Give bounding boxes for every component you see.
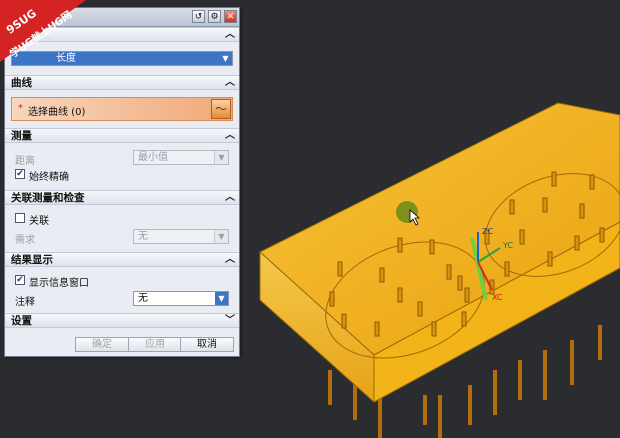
section-curve-title: 曲线	[11, 77, 32, 89]
section-settings-title: 设置	[11, 315, 32, 327]
section-measure-header[interactable]: 测量 ︿	[5, 128, 239, 143]
section-assoc-title: 关联测量和检查	[11, 192, 85, 204]
distance-label: 距离	[15, 156, 35, 167]
select-curve-label: 选择曲线 (0)	[28, 107, 86, 118]
type-select-value: 长度	[56, 53, 76, 64]
collapse-icon[interactable]: ︿	[224, 254, 236, 266]
settings-icon[interactable]: ⚙	[208, 10, 221, 23]
requirement-select[interactable]: 无 ▼	[133, 229, 229, 244]
section-assoc-header[interactable]: 关联测量和检查 ︿	[5, 190, 239, 205]
curve-icon[interactable]: 〜	[211, 99, 231, 119]
dialog-titlebar[interactable]: ↺ ⚙ ✕	[5, 8, 239, 27]
close-icon[interactable]: ✕	[224, 10, 237, 23]
associative-checkbox[interactable]	[15, 213, 25, 223]
collapse-icon[interactable]: ︿	[224, 77, 236, 89]
chevron-down-icon[interactable]: ▼	[214, 151, 228, 164]
section-settings-header[interactable]: 设置 ﹀	[5, 313, 239, 328]
apply-button[interactable]: 应用	[128, 337, 182, 352]
reset-icon[interactable]: ↺	[192, 10, 205, 23]
section-result-title: 结果显示	[11, 254, 53, 266]
collapse-icon[interactable]: ︿	[224, 192, 236, 204]
yc-label: YC	[502, 241, 513, 250]
annotation-select[interactable]: 无 ▼	[133, 291, 229, 306]
section-type-header[interactable]: ︿	[5, 27, 239, 42]
chevron-down-icon[interactable]: ▼	[215, 292, 228, 305]
collapse-icon[interactable]: ︿	[224, 29, 236, 41]
chevron-down-icon[interactable]: ▼	[214, 230, 228, 243]
expand-icon[interactable]: ﹀	[224, 315, 236, 327]
annotation-select-value: 无	[138, 293, 148, 304]
distance-select-value: 最小值	[138, 152, 168, 163]
ok-button[interactable]: 确定	[75, 337, 129, 352]
requirement-label: 需求	[15, 235, 35, 246]
always-accurate-checkbox[interactable]: ✔	[15, 169, 25, 179]
section-curve-header[interactable]: 曲线 ︿	[5, 75, 239, 90]
distance-select[interactable]: 最小值 ▼	[133, 150, 229, 165]
type-select[interactable]: 长度 ▼	[11, 51, 233, 66]
annotation-label: 注释	[15, 297, 35, 308]
zc-label: ZC	[482, 227, 493, 236]
section-result-header[interactable]: 结果显示 ︿	[5, 252, 239, 267]
cancel-button[interactable]: 取消	[180, 337, 234, 352]
collapse-icon[interactable]: ︿	[224, 130, 236, 142]
section-measure-title: 测量	[11, 130, 32, 142]
measure-length-dialog: ↺ ⚙ ✕ ︿ 长度 ▼ 曲线 ︿ * 选择曲线 (0) 〜 测量 ︿ 距离 最…	[4, 7, 240, 357]
requirement-select-value: 无	[138, 231, 148, 242]
always-accurate-label: 始终精确	[29, 172, 69, 183]
xc-label: XC	[492, 293, 503, 302]
required-mark: *	[18, 103, 23, 114]
select-curve-row[interactable]: * 选择曲线 (0) 〜	[11, 97, 233, 121]
show-info-window-checkbox[interactable]: ✔	[15, 275, 25, 285]
chevron-down-icon[interactable]: ▼	[219, 52, 232, 65]
associative-label: 关联	[29, 216, 49, 227]
show-info-window-label: 显示信息窗口	[29, 278, 89, 289]
